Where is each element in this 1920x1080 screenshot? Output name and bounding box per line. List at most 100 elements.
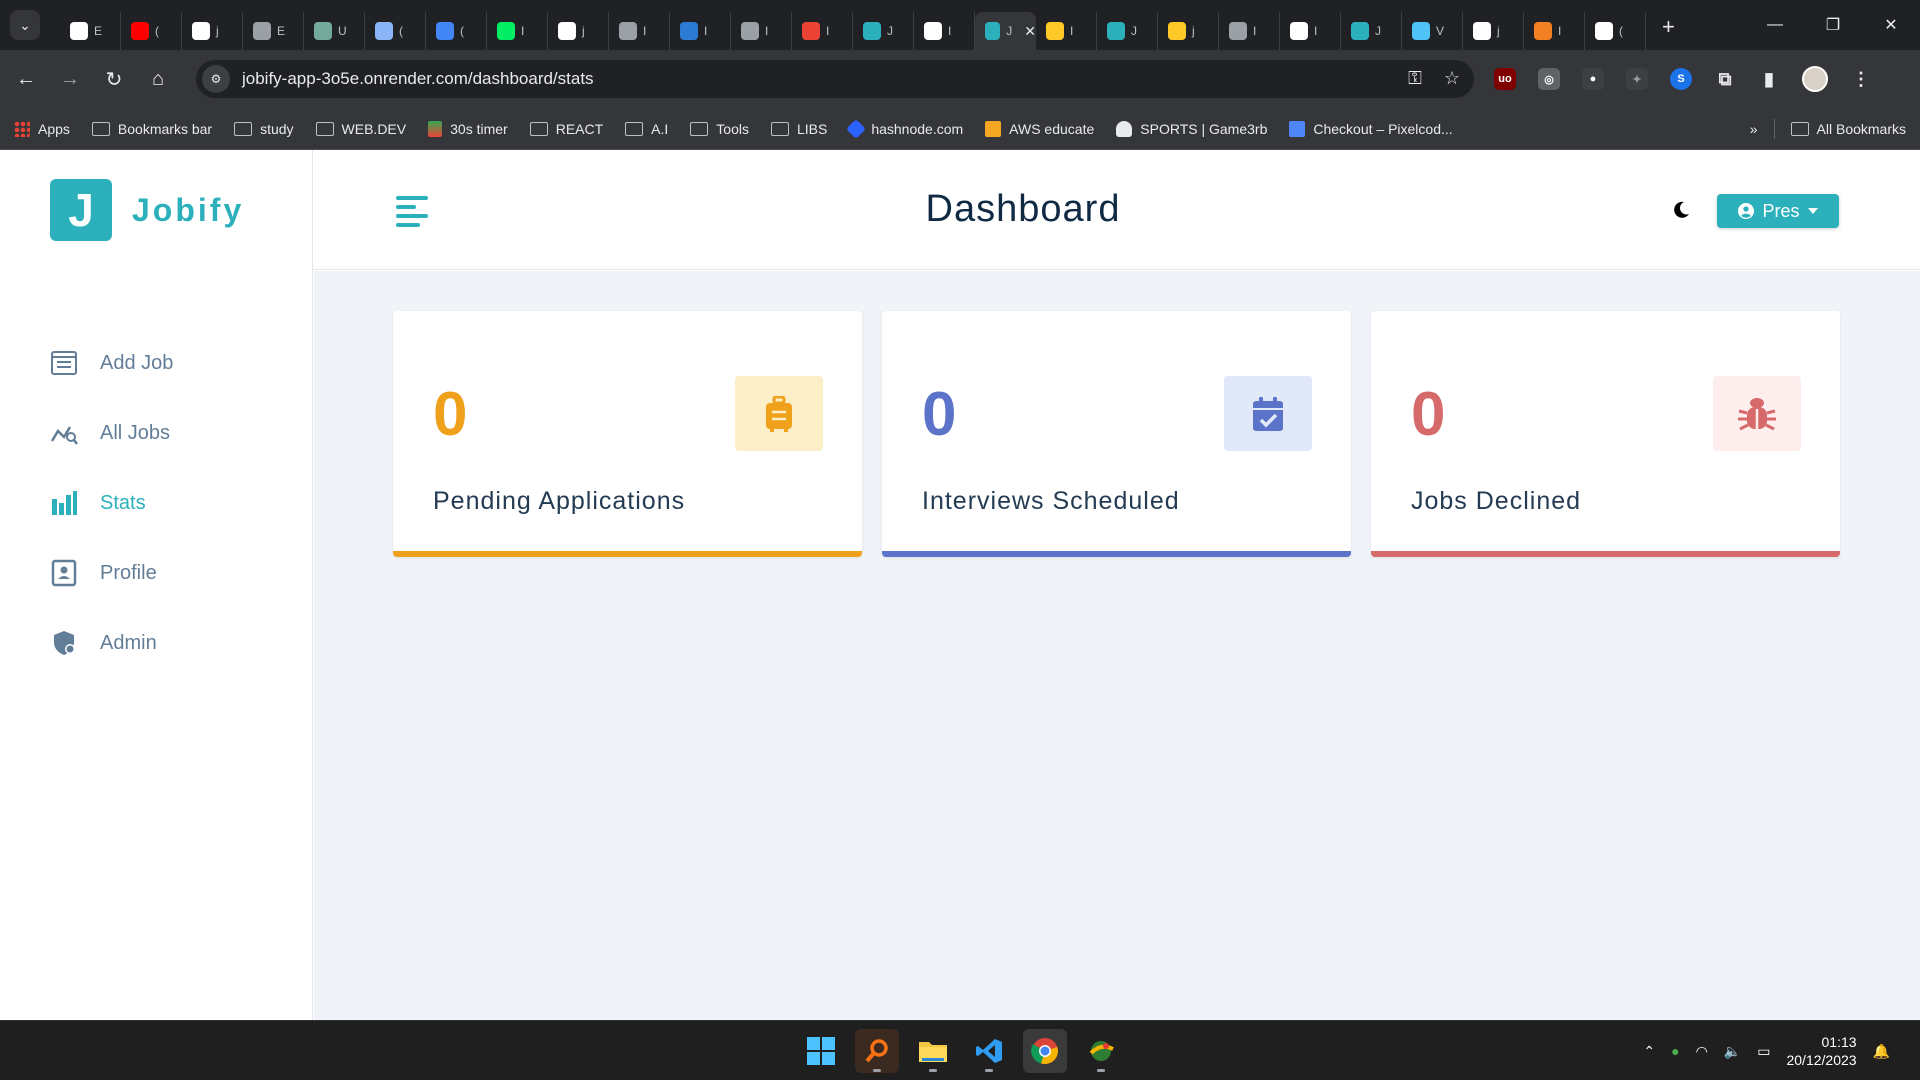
stat-title: Pending Applications — [433, 487, 686, 515]
bookmark-label: 30s timer — [450, 120, 508, 137]
password-key-icon[interactable]: ⚿ — [1408, 68, 1422, 89]
browser-tab[interactable]: J — [1341, 12, 1402, 50]
all-bookmarks-label: All Bookmarks — [1816, 121, 1906, 137]
browser-menu-icon[interactable]: ⋮ — [1850, 68, 1872, 90]
address-bar[interactable]: ⚙ jobify-app-3o5e.onrender.com/dashboard… — [196, 60, 1474, 98]
browser-tab[interactable]: j — [548, 12, 609, 50]
battery-icon[interactable]: ▭ — [1757, 1043, 1770, 1060]
browser-tab[interactable]: J — [853, 12, 914, 50]
tray-app-icon[interactable]: ● — [1671, 1043, 1679, 1059]
puzzle-extension-icon[interactable]: ✦ — [1626, 68, 1648, 90]
shazam-extension-icon[interactable]: S — [1670, 68, 1692, 90]
sidebar-item-all-jobs[interactable]: All Jobs — [50, 398, 173, 468]
home-button[interactable]: ⌂ — [140, 61, 176, 97]
browser-tab[interactable]: I — [487, 12, 548, 50]
bookmark-item[interactable]: study — [234, 121, 294, 137]
browser-tab[interactable]: J ✕ — [975, 12, 1036, 50]
bookmark-item[interactable]: WEB.DEV — [315, 121, 406, 137]
url-text[interactable]: jobify-app-3o5e.onrender.com/dashboard/s… — [242, 69, 594, 89]
taskbar-search-app[interactable] — [855, 1029, 899, 1073]
browser-tab[interactable]: ( — [121, 12, 182, 50]
browser-tab[interactable]: I — [731, 12, 792, 50]
forward-button[interactable]: → — [52, 61, 88, 97]
all-bookmarks-folder[interactable]: All Bookmarks — [1790, 121, 1906, 137]
browser-tab[interactable]: I — [609, 12, 670, 50]
bookmark-item[interactable]: AWS educate — [985, 120, 1094, 137]
dot-icon — [375, 22, 393, 40]
browser-tab[interactable]: E — [60, 12, 121, 50]
browser-tab[interactable]: I — [1219, 12, 1280, 50]
restore-button[interactable]: ❐ — [1804, 0, 1862, 50]
taskbar-earth-app[interactable] — [1079, 1029, 1123, 1073]
browser-tab[interactable]: ( — [1585, 12, 1646, 50]
taskbar-chrome[interactable] — [1023, 1029, 1067, 1073]
bookmark-item[interactable]: 30s timer — [428, 120, 508, 137]
browser-tab-strip: ⌄ E(j E U((Ij I I I I J I J ✕ I Jj I I J Vj I( + — ❐ ✕ — [0, 0, 1920, 50]
loading-icon — [619, 22, 637, 40]
logo[interactable]: J Jobify — [50, 179, 244, 241]
minimize-button[interactable]: — — [1746, 0, 1804, 50]
notifications-bell-icon[interactable]: 🔔 — [1873, 1043, 1890, 1060]
browser-tab[interactable]: V — [1402, 12, 1463, 50]
sidebar-item-admin[interactable]: Admin — [50, 608, 173, 678]
clock[interactable]: 01:13 20/12/2023 — [1786, 1033, 1856, 1069]
browser-tab[interactable]: U — [304, 12, 365, 50]
tab-search-button[interactable]: ⌄ — [10, 10, 40, 40]
sidebar-item-profile[interactable]: Profile — [50, 538, 173, 608]
extensions-menu-icon[interactable]: ⧉ — [1714, 68, 1736, 90]
bookmark-item[interactable]: SPORTS | Game3rb — [1116, 120, 1267, 137]
bookmark-item[interactable]: Bookmarks bar — [91, 121, 212, 137]
close-window-button[interactable]: ✕ — [1862, 0, 1920, 50]
profile-avatar[interactable] — [1802, 66, 1828, 92]
bookmark-item[interactable]: hashnode.com — [846, 118, 964, 139]
browser-tab[interactable]: j — [182, 12, 243, 50]
ublock-icon[interactable]: uo — [1494, 68, 1516, 90]
start-button[interactable] — [799, 1029, 843, 1073]
close-tab-icon[interactable]: ✕ — [1024, 23, 1036, 40]
bookmark-label: hashnode.com — [871, 120, 964, 137]
browser-tab[interactable]: E — [243, 12, 304, 50]
browser-tab[interactable]: I — [792, 12, 853, 50]
stat-count: 0 — [433, 380, 468, 449]
browser-tab[interactable]: I — [670, 12, 731, 50]
browser-tab[interactable]: ( — [365, 12, 426, 50]
tray-overflow-chevron-icon[interactable]: ⌃ — [1643, 1043, 1655, 1060]
bookmark-item[interactable]: A.I — [625, 121, 668, 137]
browser-tab[interactable]: I — [1280, 12, 1341, 50]
browser-tab[interactable]: I — [1036, 12, 1097, 50]
taskbar-file-explorer[interactable] — [911, 1029, 955, 1073]
wifi-icon[interactable]: ◠ — [1696, 1043, 1708, 1060]
sidebar-item-add-job[interactable]: Add Job — [50, 328, 173, 398]
bookmark-item[interactable]: Tools — [690, 121, 749, 137]
sidebar-item-stats[interactable]: Stats — [50, 468, 173, 538]
browser-tab[interactable]: J — [1097, 12, 1158, 50]
browser-tab[interactable]: I — [1524, 12, 1585, 50]
site-info-icon[interactable]: ⚙ — [202, 65, 230, 93]
window-controls: — ❐ ✕ — [1746, 0, 1920, 50]
browser-tab[interactable]: ( — [426, 12, 487, 50]
browser-tab[interactable]: I — [914, 12, 975, 50]
taskbar-vscode[interactable] — [967, 1029, 1011, 1073]
earth-extension-icon[interactable]: ● — [1582, 68, 1604, 90]
stat-count: 0 — [922, 380, 957, 449]
new-tab-button[interactable]: + — [1662, 14, 1675, 40]
bookmark-item[interactable]: REACT — [529, 121, 603, 137]
jobify-app: J Jobify Add Job All Jobs Stats Profile Admi… — [0, 150, 1920, 1020]
browser-tab[interactable]: j — [1463, 12, 1524, 50]
back-button[interactable]: ← — [8, 61, 44, 97]
glasses-extension-icon[interactable]: ◎ — [1538, 68, 1560, 90]
browser-tab[interactable]: j — [1158, 12, 1219, 50]
user-menu-button[interactable]: Pres — [1717, 194, 1839, 228]
bookmark-star-icon[interactable]: ☆ — [1444, 68, 1460, 89]
more-bookmarks-icon[interactable]: » — [1750, 121, 1758, 137]
volume-icon[interactable]: 🔈 — [1724, 1043, 1741, 1060]
bookmark-item[interactable]: LIBS — [770, 121, 827, 137]
side-panel-icon[interactable]: ▮ — [1758, 68, 1780, 90]
stat-accent-bar — [882, 551, 1351, 557]
clock-date: 20/12/2023 — [1786, 1052, 1857, 1068]
logo-mark: J — [50, 179, 112, 241]
bookmark-item[interactable]: Apps — [14, 120, 70, 137]
reload-button[interactable]: ↻ — [96, 61, 132, 97]
bookmark-item[interactable]: Checkout – Pixelcod... — [1289, 120, 1453, 137]
dark-mode-toggle[interactable] — [1671, 200, 1691, 220]
